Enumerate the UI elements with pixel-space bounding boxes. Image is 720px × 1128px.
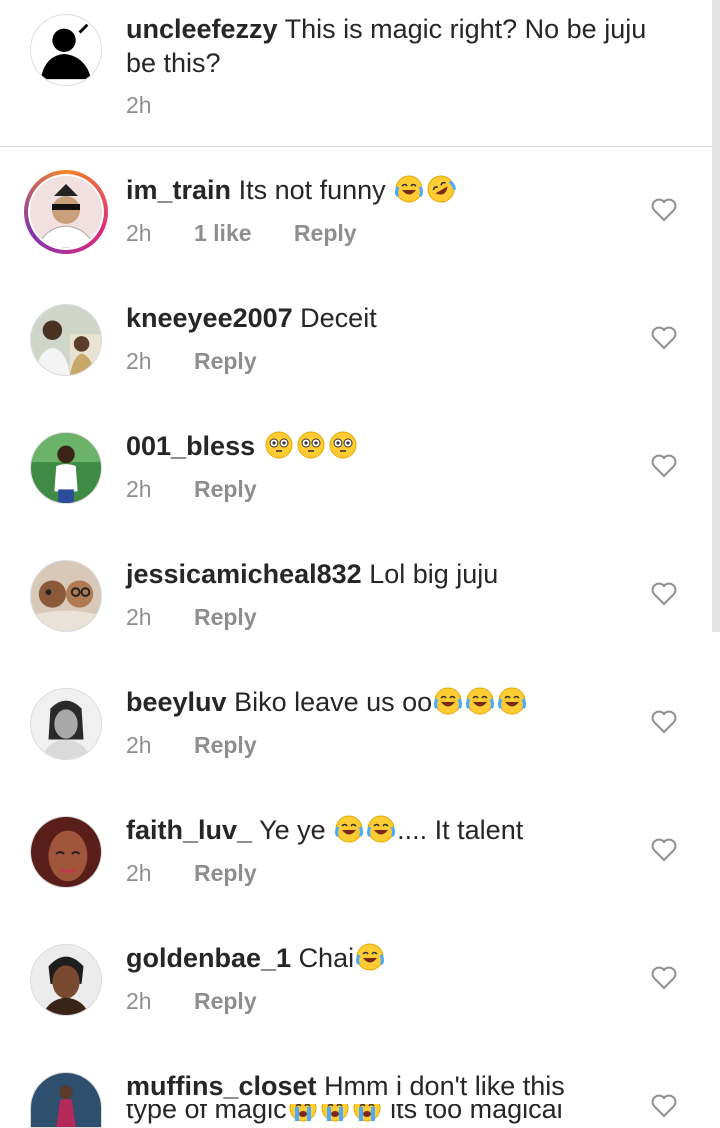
comment-text-after: its too magical: [382, 1104, 563, 1124]
flushed-emoji-icon: [264, 430, 294, 460]
comment-time: 2h: [126, 860, 152, 886]
reply-button[interactable]: Reply: [194, 476, 257, 502]
comment-username[interactable]: 001_bless: [126, 431, 255, 461]
heart-icon[interactable]: [651, 326, 677, 350]
comment-text-after: .... It talent: [397, 815, 524, 845]
comment-text-line2: type of magic: [126, 1104, 287, 1124]
heart-icon[interactable]: [651, 710, 677, 734]
caption-time: 2h: [126, 92, 152, 118]
reply-button[interactable]: Reply: [194, 860, 257, 886]
avatar[interactable]: [30, 432, 102, 504]
avatar[interactable]: [30, 560, 102, 632]
sob-emoji-icon: [288, 1104, 318, 1123]
joy-emoji-icon: [334, 814, 364, 844]
reply-button[interactable]: Reply: [194, 604, 257, 630]
avatar[interactable]: [30, 1072, 102, 1128]
comment-username[interactable]: kneeyee2007: [126, 303, 293, 333]
comment-time: 2h: [126, 476, 152, 502]
flushed-emoji-icon: [328, 430, 358, 460]
comment-text: Ye ye: [259, 815, 326, 845]
comment-username[interactable]: beeyluv: [126, 687, 227, 717]
comment-text: Lol big juju: [369, 559, 499, 589]
sob-emoji-icon: [352, 1104, 382, 1123]
avatar[interactable]: [30, 304, 102, 376]
avatar[interactable]: [30, 176, 102, 248]
comment-text: Chai: [298, 943, 355, 973]
comment-username[interactable]: muffins_closet: [126, 1071, 317, 1101]
comment-text: Its not funny: [238, 175, 386, 205]
comment-username[interactable]: goldenbae_1: [126, 943, 291, 973]
comment-text-cut: type of magic its too magical: [126, 1104, 626, 1126]
rofl-emoji-icon: [426, 174, 456, 204]
flushed-emoji-icon: [296, 430, 326, 460]
reply-button[interactable]: Reply: [294, 220, 357, 246]
caption-username[interactable]: uncleefezzy: [126, 14, 278, 44]
joy-emoji-icon: [433, 686, 463, 716]
caption-text-line2: be this?: [126, 48, 221, 78]
avatar[interactable]: [30, 688, 102, 760]
heart-icon[interactable]: [651, 582, 677, 606]
comment-username[interactable]: faith_luv_: [126, 815, 252, 845]
heart-icon[interactable]: [651, 966, 677, 990]
story-ring[interactable]: [24, 170, 108, 254]
caption-text: This is magic right? No be juju: [284, 14, 647, 44]
comment-text: Biko leave us oo: [234, 687, 433, 717]
reply-button[interactable]: Reply: [194, 732, 257, 758]
post-caption: uncleefezzy This is magic right? No be j…: [0, 0, 712, 147]
comment-username[interactable]: im_train: [126, 175, 231, 205]
joy-emoji-icon: [355, 942, 385, 972]
comment-text: Hmm i don't like this: [324, 1071, 565, 1101]
joy-emoji-icon: [465, 686, 495, 716]
reply-button[interactable]: Reply: [194, 348, 257, 374]
sob-emoji-icon: [320, 1104, 350, 1123]
heart-icon[interactable]: [651, 838, 677, 862]
heart-icon[interactable]: [651, 1094, 677, 1118]
reply-button[interactable]: Reply: [194, 988, 257, 1014]
comment-username[interactable]: jessicamicheal832: [126, 559, 362, 589]
heart-icon[interactable]: [651, 454, 677, 478]
comment-time: 2h: [126, 604, 152, 630]
comment-time: 2h: [126, 348, 152, 374]
joy-emoji-icon: [394, 174, 424, 204]
avatar[interactable]: [30, 816, 102, 888]
avatar[interactable]: [30, 14, 102, 86]
comment-time: 2h: [126, 732, 152, 758]
scrollbar-track[interactable]: [712, 0, 720, 632]
likes-count[interactable]: 1 like: [194, 220, 252, 246]
comment-time: 2h: [126, 988, 152, 1014]
comment-text: Deceit: [300, 303, 377, 333]
avatar[interactable]: [30, 944, 102, 1016]
joy-emoji-icon: [366, 814, 396, 844]
comment-time: 2h: [126, 220, 152, 246]
joy-emoji-icon: [497, 686, 527, 716]
heart-icon[interactable]: [651, 198, 677, 222]
